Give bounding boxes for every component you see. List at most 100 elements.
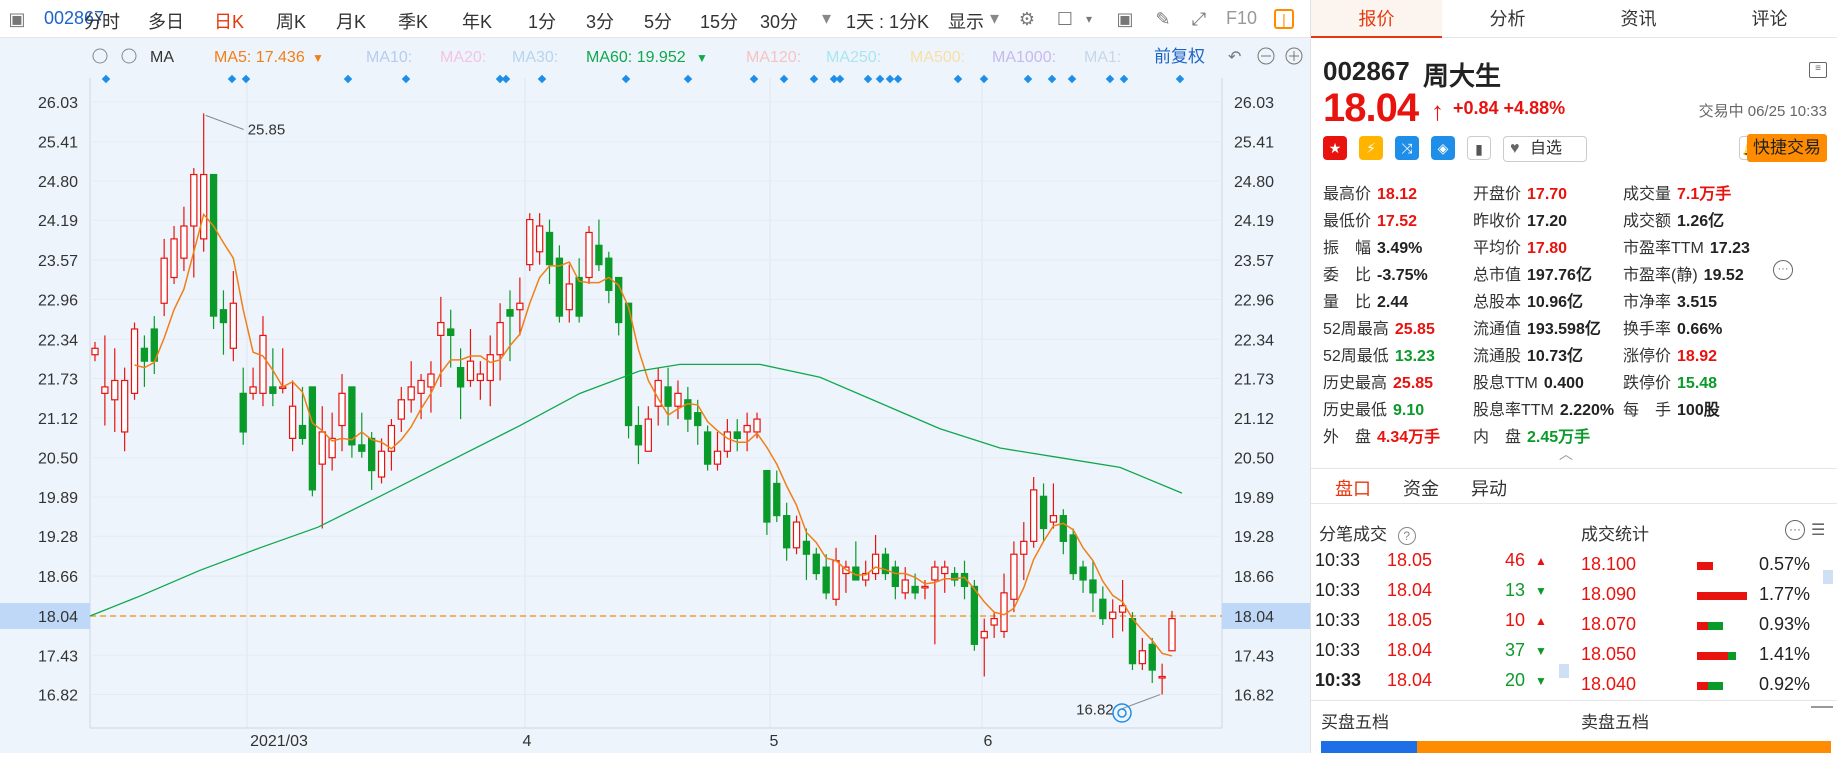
y-tick-label: 18.04 [38,609,78,626]
adjust-button[interactable]: 前复权 [1154,47,1205,66]
help-icon[interactable]: ? [1397,527,1416,545]
kline-chart[interactable]: 26.03 26.03 25.41 25.41 24.80 24.80 24.19 24.19… [0,38,1310,753]
tick-row: 10:33 18.04 20 ▼ [1315,670,1555,696]
candle-body [990,617,998,626]
f10-button[interactable]: F10 [1226,8,1257,29]
tab-news[interactable]: 资讯 [1573,0,1704,38]
scroll-indicator[interactable] [1559,664,1569,678]
tick-v: 46 [1505,550,1526,570]
kline-svg[interactable]: 26.03 26.03 25.41 25.41 24.80 24.80 24.19 24.19… [0,38,1310,753]
y-tick-label-right: 25.41 [1234,135,1274,152]
add-favorite-button[interactable]: ♥ 自选 [1503,136,1587,162]
ma-ma_label[interactable]: MA [150,49,174,66]
candle-body [585,231,593,279]
candle-body [605,257,613,291]
max-price-label: 25.85 [248,121,286,138]
shuffle-icon[interactable]: ⤨ [1395,136,1419,160]
lightning-icon[interactable]: ⚡ [1359,136,1383,160]
period-tab[interactable]: 月K [336,8,366,34]
tag-icon[interactable]: ◈ [1431,136,1455,160]
china-flag-icon[interactable]: ★ [1323,136,1347,160]
tick-p: 18.04 [1387,580,1433,600]
candle-body [901,579,909,594]
quote-field: 股息率TTM 2.220% [1473,396,1614,420]
y-tick-label: 19.89 [38,490,78,507]
candle-body [101,386,109,394]
candle-body [664,386,672,407]
candle-body [535,225,544,253]
quote-field-label: 总股本 [1473,294,1522,311]
quick-trade-button[interactable]: 快捷交易 [1747,134,1827,162]
stats-price: 18.100 [1581,554,1637,574]
period-tab[interactable]: 1分 [528,8,556,34]
price-change: +0.84 +4.88% [1453,98,1566,118]
tick-row: 10:33 18.05 10 ▲ [1315,610,1555,636]
quote-field-label: 跌停价 [1623,375,1672,392]
bookmark-icon[interactable]: ▮ [1467,136,1491,160]
list-icon[interactable]: ☰ [1811,520,1825,540]
period-tab[interactable]: 5分 [644,8,672,34]
quote-field-row: 历史最高 25.85 股息TTM 0.400 跌停价 15.48 [1323,369,1837,395]
tick-p: 18.05 [1387,610,1433,630]
period-tab[interactable]: 多日 [148,8,184,34]
quote-field-value: 13.23 [1394,348,1435,365]
ma5-dropdown-icon[interactable]: ▼ [312,51,324,65]
period-tab[interactable]: 周K [276,8,306,34]
stats-scroll-indicator[interactable] [1823,570,1833,584]
period-tab[interactable]: 30分 [760,8,798,34]
more-periods-dropdown[interactable]: ▾ [822,8,831,29]
period-tab[interactable]: 日K [214,8,244,34]
tab-changes[interactable]: 异动 [1471,475,1507,501]
tab-quote[interactable]: 报价 [1311,0,1442,38]
y-tick-label: 22.96 [38,292,78,309]
info-icon[interactable]: ··· [1773,260,1793,280]
display-button[interactable]: 显示 [948,8,984,34]
square-dropdown-icon[interactable]: ▾ [1078,8,1100,30]
handle-icon[interactable] [1811,706,1833,708]
tab-capital[interactable]: 资金 [1403,475,1439,501]
candle-body [1089,579,1097,594]
ma-ma250: MA250: [826,49,881,66]
tab-analysis[interactable]: 分析 [1442,0,1573,38]
min-price-label: 16.82 [1076,702,1114,719]
tab-comments[interactable]: 评论 [1704,0,1835,38]
y-tick-label-right: 24.19 [1234,213,1274,230]
period-tab[interactable]: 15分 [700,8,738,34]
quote-field: 涨停价 18.92 [1623,342,1717,366]
candle-body [456,367,465,388]
period-tab[interactable]: 季K [398,8,428,34]
ma-settings-icon[interactable] [92,48,108,64]
more-icon[interactable]: ··· [1785,520,1805,540]
tick-p: 18.04 [1387,640,1433,660]
display-dropdown-icon[interactable]: ▾ [990,8,999,29]
quote-name: 周大生 [1423,61,1502,91]
stats-row: 18.040 0.92% [1581,674,1821,700]
square-icon[interactable]: ☐ [1054,8,1076,30]
quote-field-row: 历史最低 9.10 股息率TTM 2.220% 每 手 100股 [1323,396,1837,422]
ma-close-icon[interactable] [121,48,137,64]
quote-field-value: 2.44 [1377,294,1409,311]
interval-selector[interactable]: 1天 : 1分K [846,8,929,34]
quote-field-label: 历史最低 [1323,402,1388,419]
sidebar-toggle-icon[interactable]: ▣ [6,8,28,30]
gear-icon[interactable]: ⚙ [1016,8,1038,30]
panel-toggle-icon[interactable]: | [1274,9,1294,29]
quote-field: 最高价 18.12 [1323,180,1417,204]
down-triangle-icon: ▼ [1535,584,1547,598]
candle-body [911,585,919,594]
collapse-icon[interactable]: ︿ [1559,444,1573,464]
period-tab[interactable]: 3分 [586,8,614,34]
candle-body [496,321,504,356]
period-tab[interactable]: 年K [462,8,492,34]
fullscreen-icon[interactable]: ⤢ [1188,8,1210,30]
candle-body [269,386,277,394]
candle-body [565,283,573,311]
camera-icon[interactable]: ▣ [1114,8,1136,30]
undo-icon[interactable]: ↶ [1228,49,1241,66]
layout-menu-icon[interactable]: ≡ [1809,62,1827,78]
ma60-dropdown-icon[interactable]: ▼ [696,51,708,65]
quote-field-label: 内 盘 [1473,429,1522,446]
pencil-icon[interactable]: ✎ [1152,8,1174,30]
tab-orderbook[interactable]: 盘口 [1335,475,1371,501]
period-tab[interactable]: 分时 [84,8,120,34]
